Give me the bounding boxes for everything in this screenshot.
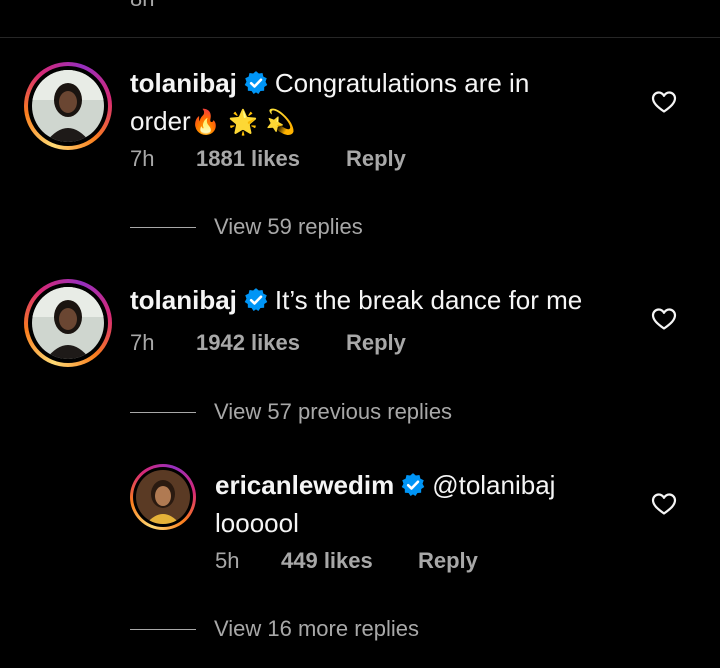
heart-outline-icon[interactable] [651, 307, 677, 331]
view-replies-label: View 57 previous replies [214, 399, 453, 424]
view-previous-replies-button[interactable]: View 57 previous replies [130, 399, 452, 425]
verified-badge-icon [243, 70, 269, 104]
comment-emojis: 🔥 🌟 💫 [190, 108, 296, 136]
comment-body: loooool [215, 508, 299, 538]
comment-meta: 5h 449 likes Reply [215, 548, 478, 574]
avatar[interactable] [24, 62, 112, 150]
heart-outline-icon[interactable] [651, 492, 677, 516]
divider [0, 37, 720, 38]
comment-text: ericanlewedim @tolanibaj loooool [215, 468, 635, 540]
reply-button[interactable]: Reply [418, 548, 478, 573]
previous-comment-timestamp: 8h [130, 0, 154, 12]
view-replies-label: View 16 more replies [214, 616, 420, 641]
likes-count[interactable]: 1881 likes [196, 146, 346, 172]
divider-line [130, 226, 196, 228]
comment-time: 7h [130, 146, 155, 171]
view-more-replies-button[interactable]: View 16 more replies [130, 616, 419, 642]
comment-text: tolanibaj Congratulations are in order🔥 🌟… [130, 66, 600, 139]
divider-line [130, 628, 196, 630]
reply-button[interactable]: Reply [346, 330, 406, 355]
username[interactable]: tolanibaj [130, 68, 237, 98]
avatar-image [32, 287, 104, 359]
comment-time: 5h [215, 548, 240, 573]
avatar-image [32, 70, 104, 142]
divider-line [130, 411, 196, 413]
comment-body: It’s the break dance for me [274, 285, 583, 315]
avatar-image [136, 470, 190, 524]
verified-badge-icon [400, 472, 426, 506]
comment-meta: 7h 1942 likes Reply [130, 330, 406, 356]
heart-outline-icon[interactable] [651, 90, 677, 114]
mention-link[interactable]: @tolanibaj [432, 470, 555, 500]
reply-button[interactable]: Reply [346, 146, 406, 171]
comment-body: Congratulations are in [274, 68, 530, 98]
view-replies-label: View 59 replies [214, 214, 363, 239]
username[interactable]: ericanlewedim [215, 470, 394, 500]
likes-count[interactable]: 449 likes [281, 548, 418, 574]
likes-count[interactable]: 1942 likes [196, 330, 346, 356]
comment-time: 7h [130, 330, 155, 355]
comment-text: tolanibaj It’s the break dance for me [130, 283, 630, 321]
comment-body-line2: order [130, 106, 191, 136]
username[interactable]: tolanibaj [130, 285, 237, 315]
comment-meta: 7h 1881 likes Reply [130, 146, 406, 172]
avatar[interactable] [24, 279, 112, 367]
view-replies-button[interactable]: View 59 replies [130, 214, 363, 240]
verified-badge-icon [243, 287, 269, 321]
avatar[interactable] [130, 464, 196, 530]
